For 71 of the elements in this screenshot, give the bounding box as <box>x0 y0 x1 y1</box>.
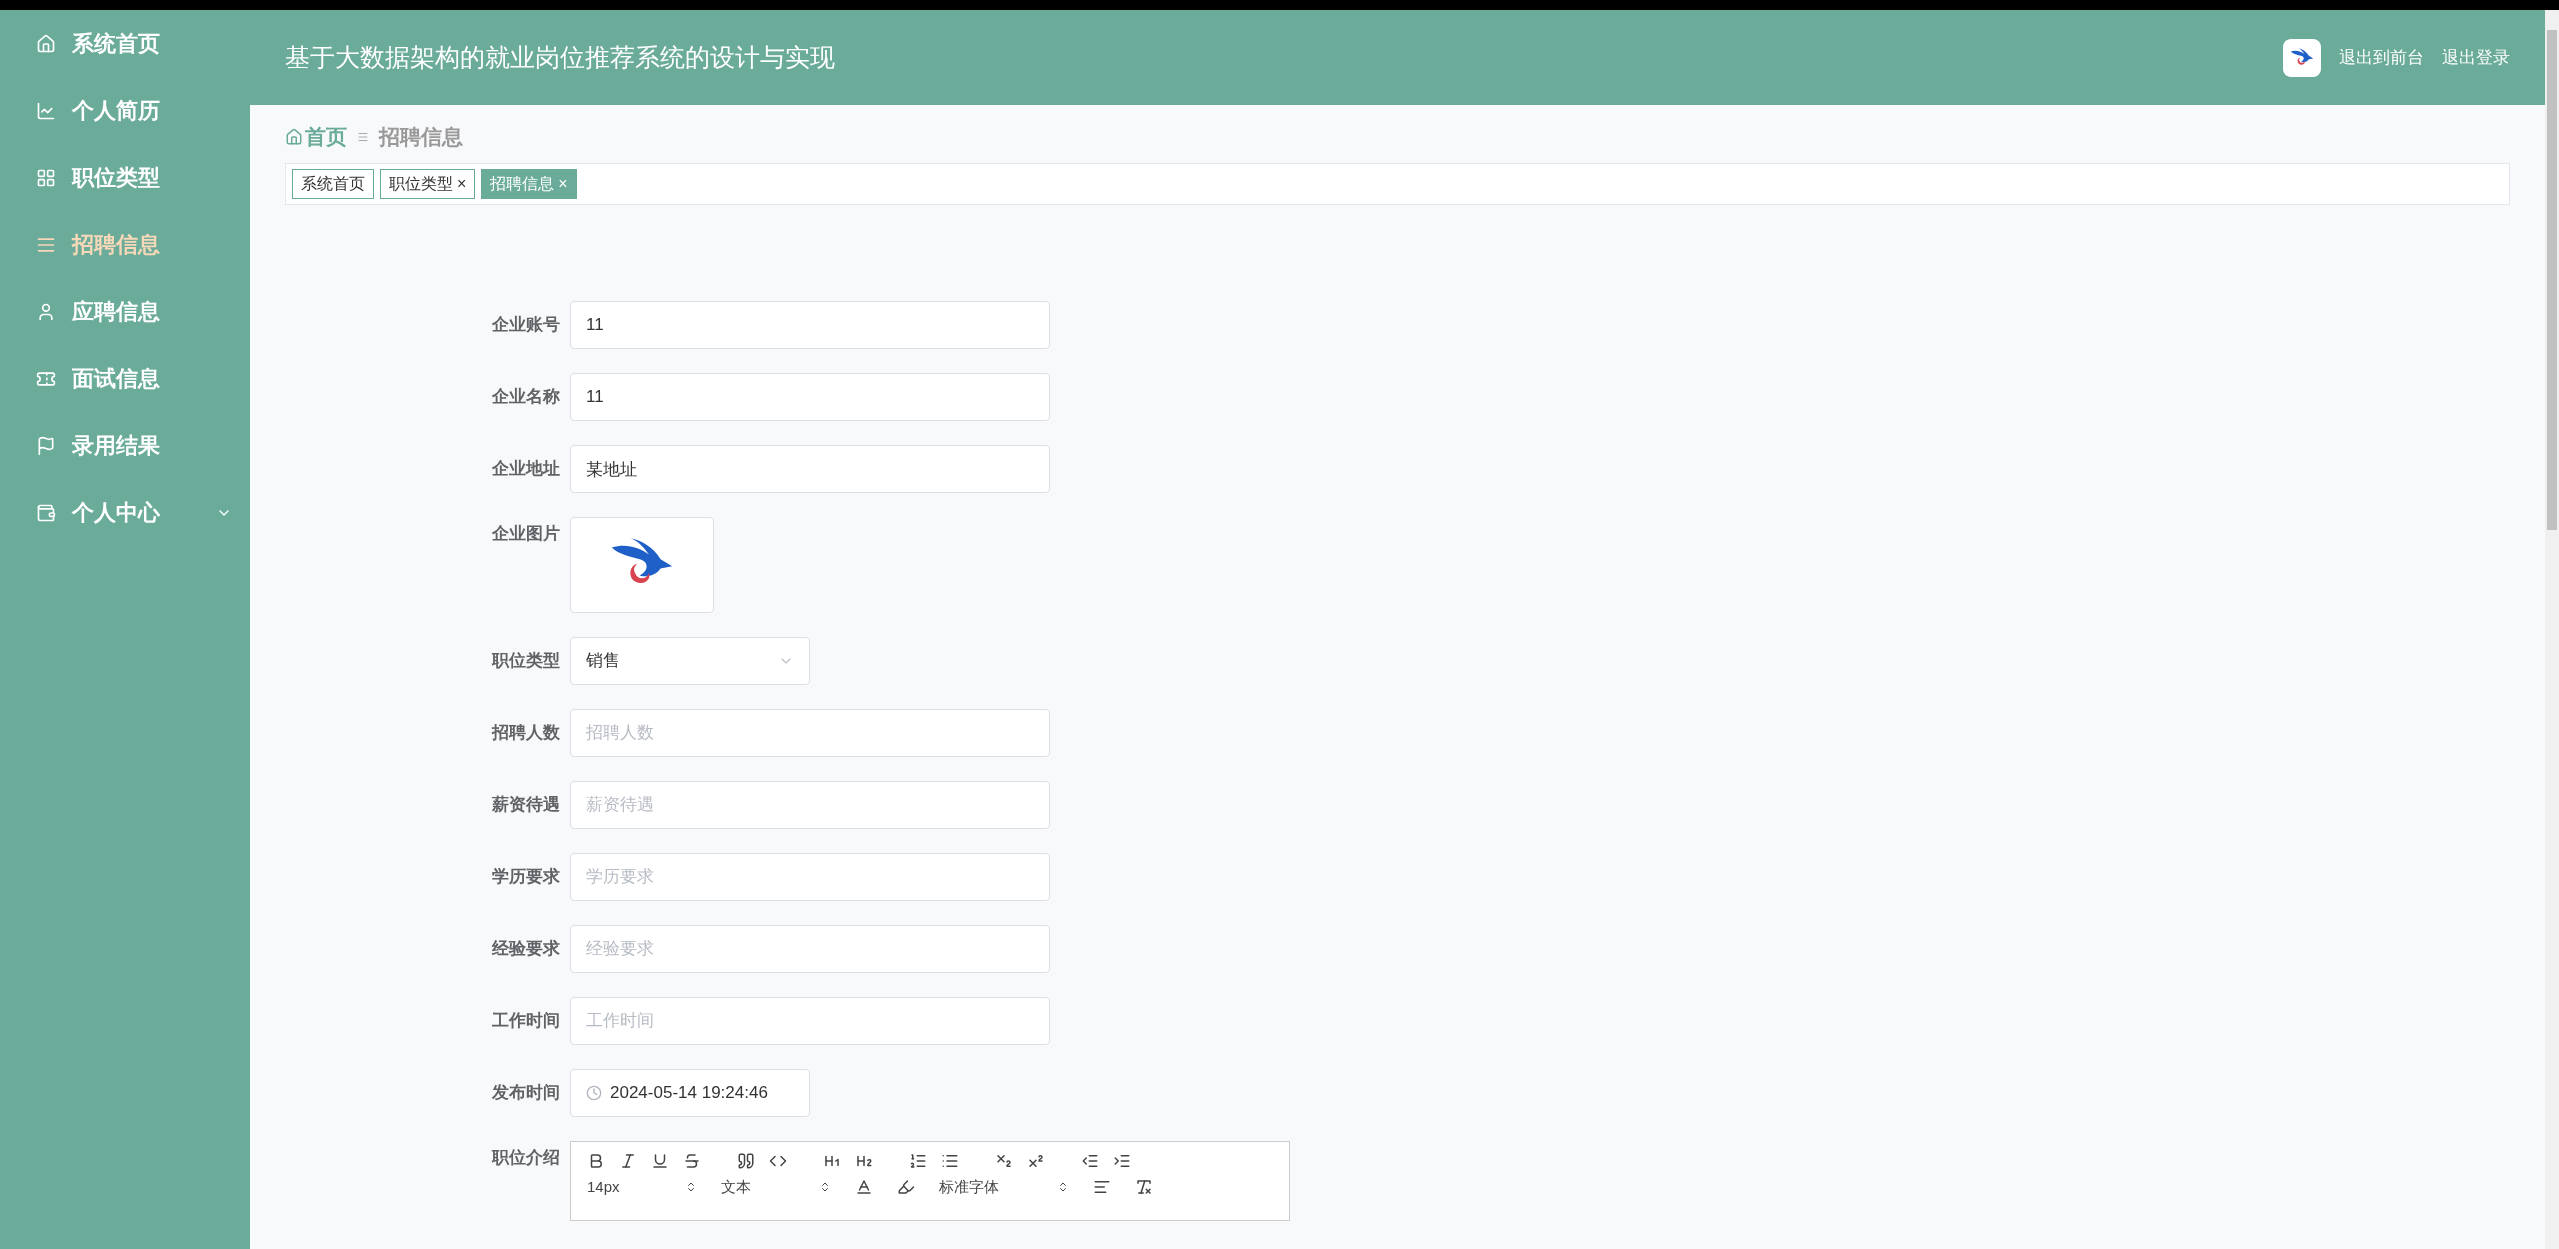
breadcrumb-current: 招聘信息 <box>379 124 463 151</box>
up-down-icon <box>685 1181 697 1194</box>
home-icon <box>36 33 56 54</box>
subscript-icon[interactable] <box>995 1152 1013 1170</box>
sidebar-item[interactable]: 个人简历 <box>0 77 250 144</box>
italic-icon[interactable] <box>619 1152 637 1170</box>
close-icon[interactable]: × <box>457 172 467 196</box>
field-label: 发布时间 <box>491 1082 560 1105</box>
text-field[interactable]: 经验要求 <box>570 925 1050 973</box>
text-field[interactable]: 薪资待遇 <box>570 781 1050 829</box>
breadcrumb-home[interactable]: 首页 <box>285 121 347 153</box>
sidebar-item[interactable]: 录用结果 <box>0 412 250 479</box>
text-field[interactable]: 招聘人数 <box>570 709 1050 757</box>
up-down-icon <box>819 1181 831 1194</box>
wallet-icon <box>36 502 56 523</box>
field-label: 招聘人数 <box>490 722 560 745</box>
home-icon <box>285 128 303 146</box>
field-label: 企业图片 <box>491 523 560 545</box>
sidebar-item[interactable]: 个人中心 <box>0 479 250 546</box>
field-label: 企业地址 <box>491 458 560 481</box>
highlight-icon[interactable] <box>897 1178 915 1197</box>
clock-icon <box>586 1085 602 1101</box>
select-field[interactable]: 销售 <box>570 637 810 685</box>
editor-select[interactable]: 文本 <box>721 1176 831 1199</box>
quote-icon[interactable] <box>737 1152 755 1170</box>
page-tab[interactable]: 职位类型 × <box>380 169 476 199</box>
text-field[interactable]: 学历要求 <box>570 853 1050 901</box>
bullet-list-icon[interactable] <box>941 1152 959 1170</box>
superscript-icon[interactable] <box>1027 1152 1045 1170</box>
field-label: 工作时间 <box>491 1010 560 1033</box>
page-tab[interactable]: 招聘信息 × <box>481 169 577 199</box>
field-label: 职位类型 <box>490 650 560 673</box>
separator-icon <box>357 131 369 143</box>
field-label: 企业名称 <box>491 386 560 409</box>
rich-text-editor[interactable]: 14px 文本 标准字体 <box>570 1141 1290 1221</box>
editor-select[interactable]: 标准字体 <box>939 1176 1069 1199</box>
clear-format-icon[interactable] <box>1135 1178 1153 1197</box>
header-link[interactable]: 退出登录 <box>2442 44 2510 71</box>
text-field[interactable]: 某地址 <box>570 445 1050 493</box>
field-label: 企业账号 <box>491 314 560 337</box>
date-field[interactable]: 2024-05-14 19:24:46 <box>570 1069 810 1117</box>
field-label: 薪资待遇 <box>491 794 560 817</box>
indent-icon[interactable] <box>1113 1152 1131 1170</box>
page-tab[interactable]: 系统首页 <box>292 169 374 199</box>
flag-icon <box>36 435 56 456</box>
up-down-icon <box>1057 1181 1069 1194</box>
field-label: 职位介绍 <box>490 1147 560 1169</box>
sidebar-item[interactable]: 招聘信息 <box>0 211 250 278</box>
header-link[interactable]: 退出到前台 <box>2339 44 2424 71</box>
editor-select[interactable]: 14px <box>587 1176 697 1199</box>
app-title: 基于大数据架构的就业岗位推荐系统的设计与实现 <box>285 41 835 73</box>
text-color-icon[interactable] <box>855 1178 873 1197</box>
field-label: 经验要求 <box>491 938 560 961</box>
avatar[interactable] <box>2283 38 2321 77</box>
strikethrough-icon[interactable] <box>683 1152 701 1170</box>
underline-icon[interactable] <box>651 1152 669 1170</box>
sidebar-item[interactable]: 应聘信息 <box>0 278 250 345</box>
field-label: 学历要求 <box>491 866 560 889</box>
sidebar-item[interactable]: 职位类型 <box>0 144 250 211</box>
outdent-icon[interactable] <box>1081 1152 1099 1170</box>
ordered-list-icon[interactable] <box>909 1152 927 1170</box>
grid-icon <box>36 167 56 188</box>
text-field[interactable]: 11 <box>570 373 1050 421</box>
sidebar-item[interactable]: 系统首页 <box>0 10 250 77</box>
text-field[interactable]: 工作时间 <box>570 997 1050 1045</box>
text-field[interactable]: 11 <box>570 301 1050 349</box>
image-upload[interactable] <box>570 517 714 613</box>
sidebar-item[interactable]: 面试信息 <box>0 345 250 412</box>
close-icon[interactable]: × <box>558 172 568 196</box>
chart-icon <box>36 100 56 121</box>
user-icon <box>36 301 56 322</box>
